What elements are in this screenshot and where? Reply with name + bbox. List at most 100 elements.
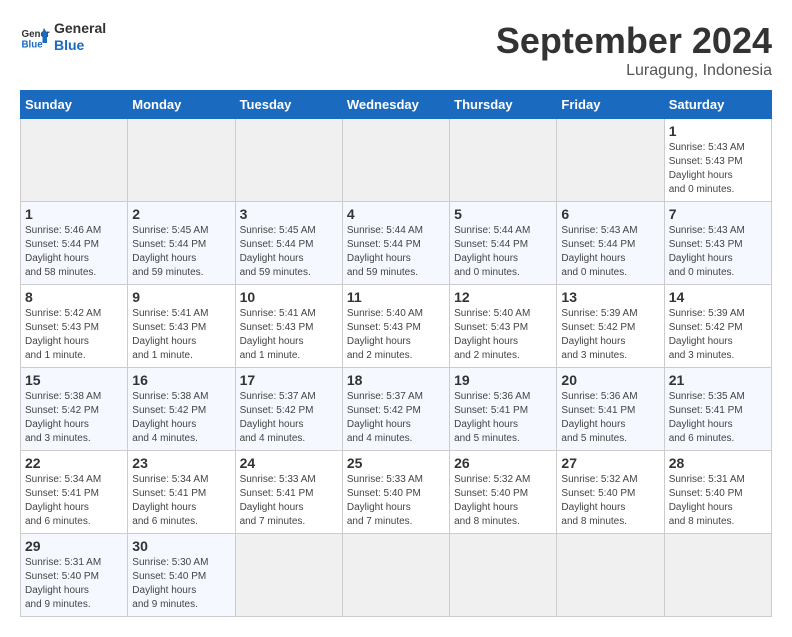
calendar-cell: 25Sunrise: 5:33 AMSunset: 5:40 PMDayligh… xyxy=(342,451,449,534)
calendar-cell: 29Sunrise: 5:31 AMSunset: 5:40 PMDayligh… xyxy=(21,534,128,617)
calendar-cell: 4Sunrise: 5:44 AMSunset: 5:44 PMDaylight… xyxy=(342,202,449,285)
calendar-cell: 5Sunrise: 5:44 AMSunset: 5:44 PMDaylight… xyxy=(450,202,557,285)
daylight-value: and 3 minutes. xyxy=(561,350,627,361)
daylight-label: Daylight hours xyxy=(25,419,89,430)
daylight-label: Daylight hours xyxy=(240,502,304,513)
day-number: 8 xyxy=(25,289,123,305)
daylight-value: and 59 minutes. xyxy=(240,267,311,278)
title-block: September 2024 Luragung, Indonesia xyxy=(496,20,772,80)
daylight-value: and 1 minute. xyxy=(132,350,193,361)
calendar-cell: 20Sunrise: 5:36 AMSunset: 5:41 PMDayligh… xyxy=(557,368,664,451)
sunrise-time: Sunrise: 5:36 AM xyxy=(561,391,637,402)
calendar-week-5: 22 Sunrise: 5:34 AM Sunset: 5:41 PM Dayligh… xyxy=(21,451,772,534)
day-number: 7 xyxy=(669,206,767,222)
daylight-value: and 9 minutes. xyxy=(132,599,198,610)
calendar-cell: 2Sunrise: 5:45 AMSunset: 5:44 PMDaylight… xyxy=(128,202,235,285)
sunset-time: Sunset: 5:44 PM xyxy=(561,239,635,250)
sunrise-time: Sunrise: 5:32 AM xyxy=(454,474,530,485)
sunrise-time: Sunrise: 5:44 AM xyxy=(347,225,423,236)
logo-line1: General xyxy=(54,20,106,37)
header-saturday: Saturday xyxy=(664,91,771,119)
day-number: 3 xyxy=(240,206,338,222)
sunrise-time: Sunrise: 5:34 AM xyxy=(132,474,208,485)
sunset-time: Sunset: 5:40 PM xyxy=(132,571,206,582)
calendar-cell xyxy=(235,119,342,202)
calendar-cell xyxy=(235,534,342,617)
daylight-label: Daylight hours xyxy=(454,502,518,513)
day-number: 27 xyxy=(561,455,659,471)
day-info: Sunrise: 5:45 AMSunset: 5:44 PMDaylight … xyxy=(132,224,230,280)
sunset-time: Sunset: 5:43 PM xyxy=(132,322,206,333)
calendar-week-6: 29Sunrise: 5:31 AMSunset: 5:40 PMDayligh… xyxy=(21,534,772,617)
sunrise-time: Sunrise: 5:46 AM xyxy=(25,225,101,236)
daylight-label: Daylight hours xyxy=(132,419,196,430)
sunrise-time: Sunrise: 5:34 AM xyxy=(25,474,101,485)
daylight-label: Daylight hours xyxy=(669,253,733,264)
day-info: Sunrise: 5:39 AMSunset: 5:42 PMDaylight … xyxy=(561,307,659,363)
daylight-label: Daylight hours xyxy=(561,502,625,513)
sunset-time: Sunset: 5:43 PM xyxy=(25,322,99,333)
calendar-cell: 11Sunrise: 5:40 AMSunset: 5:43 PMDayligh… xyxy=(342,285,449,368)
day-info: Sunrise: 5:38 AM Sunset: 5:42 PM Daylight … xyxy=(25,390,123,446)
daylight-value: and 4 minutes. xyxy=(347,433,413,444)
sunrise-time: Sunrise: 5:37 AM xyxy=(240,391,316,402)
daylight-value: and 3 minutes. xyxy=(25,433,91,444)
header-wednesday: Wednesday xyxy=(342,91,449,119)
daylight-value: and 58 minutes. xyxy=(25,267,96,278)
sunrise-time: Sunrise: 5:41 AM xyxy=(132,308,208,319)
sunset-time: Sunset: 5:40 PM xyxy=(347,488,421,499)
daylight-label: Daylight hours xyxy=(25,336,89,347)
daylight-label: Daylight hours xyxy=(454,419,518,430)
svg-text:Blue: Blue xyxy=(22,39,44,50)
sunset-time: Sunset: 5:42 PM xyxy=(669,322,743,333)
daylight-label: Daylight hours xyxy=(132,253,196,264)
daylight-value: and 4 minutes. xyxy=(132,433,198,444)
sunset-time: Sunset: 5:41 PM xyxy=(561,405,635,416)
sunset-time: Sunset: 5:40 PM xyxy=(669,488,743,499)
daylight-value: and 59 minutes. xyxy=(132,267,203,278)
calendar-cell xyxy=(664,534,771,617)
day-number: 14 xyxy=(669,289,767,305)
daylight-label: Daylight hours xyxy=(561,419,625,430)
sunset-time: Sunset: 5:42 PM xyxy=(132,405,206,416)
sunrise-time: Sunrise: 5:43 AM xyxy=(669,225,745,236)
sunset-time: Sunset: 5:44 PM xyxy=(25,239,99,250)
day-info: Sunrise: 5:33 AMSunset: 5:40 PMDaylight … xyxy=(347,473,445,529)
sunrise-time: Sunrise: 5:43 AM xyxy=(669,142,745,153)
daylight-label: Daylight hours xyxy=(454,336,518,347)
day-number: 12 xyxy=(454,289,552,305)
day-info: Sunrise: 5:31 AMSunset: 5:40 PMDaylight … xyxy=(25,556,123,612)
daylight-value: and 59 minutes. xyxy=(347,267,418,278)
day-info: Sunrise: 5:32 AMSunset: 5:40 PMDaylight … xyxy=(454,473,552,529)
calendar-week-3: 8Sunrise: 5:42 AMSunset: 5:43 PMDaylight… xyxy=(21,285,772,368)
day-number: 22 xyxy=(25,455,123,471)
calendar-cell: 23Sunrise: 5:34 AMSunset: 5:41 PMDayligh… xyxy=(128,451,235,534)
sunset-time: Sunset: 5:42 PM xyxy=(25,405,99,416)
daylight-label: Daylight hours xyxy=(25,502,89,513)
daylight-value: and 6 minutes. xyxy=(669,433,735,444)
day-info: Sunrise: 5:45 AMSunset: 5:44 PMDaylight … xyxy=(240,224,338,280)
calendar-week-1: 1Sunrise: 5:43 AMSunset: 5:43 PMDaylight… xyxy=(21,119,772,202)
sunset-time: Sunset: 5:40 PM xyxy=(561,488,635,499)
sunrise-time: Sunrise: 5:38 AM xyxy=(25,391,101,402)
day-number: 5 xyxy=(454,206,552,222)
daylight-label: Daylight hours xyxy=(132,585,196,596)
day-info: Sunrise: 5:33 AMSunset: 5:41 PMDaylight … xyxy=(240,473,338,529)
calendar-cell: 14Sunrise: 5:39 AMSunset: 5:42 PMDayligh… xyxy=(664,285,771,368)
day-info: Sunrise: 5:40 AMSunset: 5:43 PMDaylight … xyxy=(454,307,552,363)
sunrise-time: Sunrise: 5:33 AM xyxy=(240,474,316,485)
daylight-value: and 8 minutes. xyxy=(561,516,627,527)
calendar-cell: 13Sunrise: 5:39 AMSunset: 5:42 PMDayligh… xyxy=(557,285,664,368)
daylight-label: Daylight hours xyxy=(561,336,625,347)
daylight-label: Daylight hours xyxy=(132,336,196,347)
sunset-time: Sunset: 5:43 PM xyxy=(347,322,421,333)
day-number: 16 xyxy=(132,372,230,388)
day-number: 9 xyxy=(132,289,230,305)
sunset-time: Sunset: 5:41 PM xyxy=(25,488,99,499)
header-thursday: Thursday xyxy=(450,91,557,119)
daylight-value: and 0 minutes. xyxy=(669,184,735,195)
sunset-time: Sunset: 5:43 PM xyxy=(669,239,743,250)
month-title: September 2024 xyxy=(496,20,772,62)
daylight-value: and 5 minutes. xyxy=(454,433,520,444)
sunrise-time: Sunrise: 5:32 AM xyxy=(561,474,637,485)
